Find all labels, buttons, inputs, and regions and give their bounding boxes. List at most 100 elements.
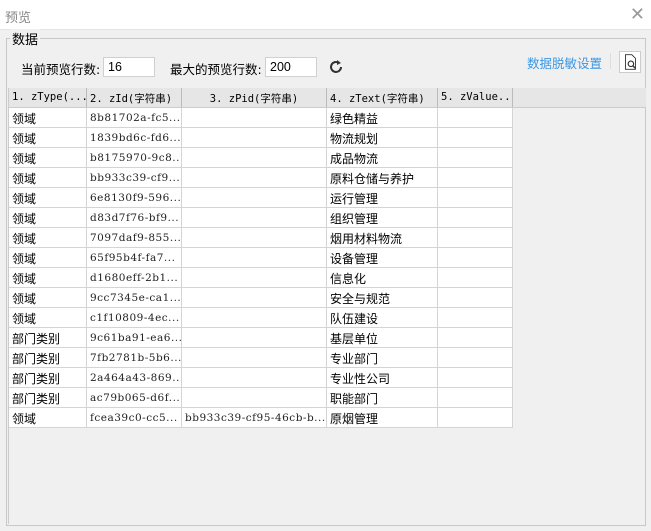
table-cell[interactable]: 9cc7345e-ca1... bbox=[87, 288, 182, 308]
table-cell[interactable]: bb933c39-cf9... bbox=[87, 168, 182, 188]
table-row[interactable]: 领域 9cc7345e-ca1... 安全与规范 bbox=[9, 288, 645, 308]
table-row[interactable]: 领域 65f95b4f-fa7... 设备管理 bbox=[9, 248, 645, 268]
table-row[interactable]: 部门类别 2a464a43-869... 专业性公司 bbox=[9, 368, 645, 388]
table-cell[interactable] bbox=[438, 128, 513, 148]
table-cell[interactable]: 9c61ba91-ea6... bbox=[87, 328, 182, 348]
table-cell[interactable] bbox=[438, 148, 513, 168]
table-cell[interactable]: 领域 bbox=[9, 148, 87, 168]
table-cell[interactable] bbox=[438, 368, 513, 388]
table-cell[interactable]: 物流规划 bbox=[327, 128, 438, 148]
table-cell[interactable] bbox=[182, 348, 327, 368]
table-cell[interactable] bbox=[438, 308, 513, 328]
table-cell[interactable]: 职能部门 bbox=[327, 388, 438, 408]
table-cell[interactable]: 领域 bbox=[9, 188, 87, 208]
table-cell[interactable]: 领域 bbox=[9, 248, 87, 268]
table-cell[interactable] bbox=[182, 368, 327, 388]
table-cell[interactable] bbox=[438, 268, 513, 288]
table-cell[interactable]: 7097daf9-855... bbox=[87, 228, 182, 248]
column-header[interactable]: 2. zId(字符串) bbox=[87, 88, 182, 107]
table-cell[interactable] bbox=[438, 248, 513, 268]
table-cell[interactable]: 队伍建设 bbox=[327, 308, 438, 328]
table-cell[interactable]: 信息化 bbox=[327, 268, 438, 288]
table-cell[interactable] bbox=[182, 268, 327, 288]
table-cell[interactable] bbox=[438, 408, 513, 428]
table-cell[interactable]: 1839bd6c-fd6... bbox=[87, 128, 182, 148]
table-row[interactable]: 领域 bb933c39-cf9... 原料仓储与养护 bbox=[9, 168, 645, 188]
table-cell[interactable]: 6e8130f9-596... bbox=[87, 188, 182, 208]
table-cell[interactable]: 原料仓储与养护 bbox=[327, 168, 438, 188]
column-header[interactable]: 4. zText(字符串) bbox=[327, 88, 438, 107]
table-cell[interactable]: 烟用材料物流 bbox=[327, 228, 438, 248]
table-cell[interactable]: 领域 bbox=[9, 168, 87, 188]
table-cell[interactable]: d1680eff-2b1... bbox=[87, 268, 182, 288]
table-cell[interactable]: 部门类别 bbox=[9, 328, 87, 348]
table-cell[interactable]: 组织管理 bbox=[327, 208, 438, 228]
table-cell[interactable] bbox=[182, 108, 327, 128]
table-cell[interactable]: 7fb2781b-5b6... bbox=[87, 348, 182, 368]
table-cell[interactable]: 领域 bbox=[9, 288, 87, 308]
table-cell[interactable]: 基层单位 bbox=[327, 328, 438, 348]
table-row[interactable]: 领域 c1f10809-4ec... 队伍建设 bbox=[9, 308, 645, 328]
table-cell[interactable]: 领域 bbox=[9, 208, 87, 228]
table-row[interactable]: 部门类别 9c61ba91-ea6... 基层单位 bbox=[9, 328, 645, 348]
table-row[interactable]: 领域 d1680eff-2b1... 信息化 bbox=[9, 268, 645, 288]
table-cell[interactable]: 领域 bbox=[9, 128, 87, 148]
table-cell[interactable] bbox=[182, 168, 327, 188]
table-cell[interactable] bbox=[182, 388, 327, 408]
table-row[interactable]: 领域 1839bd6c-fd6... 物流规划 bbox=[9, 128, 645, 148]
max-rows-input[interactable]: 200 bbox=[265, 57, 317, 77]
table-cell[interactable] bbox=[182, 288, 327, 308]
preview-file-button[interactable] bbox=[619, 51, 641, 73]
table-cell[interactable] bbox=[182, 328, 327, 348]
table-cell[interactable] bbox=[438, 168, 513, 188]
table-cell[interactable] bbox=[182, 208, 327, 228]
table-cell[interactable]: 专业部门 bbox=[327, 348, 438, 368]
table-cell[interactable] bbox=[438, 348, 513, 368]
table-cell[interactable]: 65f95b4f-fa7... bbox=[87, 248, 182, 268]
table-cell[interactable]: 2a464a43-869... bbox=[87, 368, 182, 388]
table-cell[interactable]: 部门类别 bbox=[9, 368, 87, 388]
table-cell[interactable]: 8b81702a-fc5... bbox=[87, 108, 182, 128]
table-row[interactable]: 领域 b8175970-9c8... 成品物流 bbox=[9, 148, 645, 168]
table-cell[interactable] bbox=[438, 228, 513, 248]
close-icon[interactable]: ✕ bbox=[630, 4, 645, 25]
table-cell[interactable]: 领域 bbox=[9, 308, 87, 328]
table-row[interactable]: 领域 d83d7f76-bf9... 组织管理 bbox=[9, 208, 645, 228]
table-cell[interactable] bbox=[182, 248, 327, 268]
column-header[interactable]: 5. zValue... bbox=[438, 88, 513, 107]
table-cell[interactable] bbox=[182, 228, 327, 248]
table-cell[interactable]: 领域 bbox=[9, 268, 87, 288]
table-cell[interactable]: 领域 bbox=[9, 408, 87, 428]
table-cell[interactable] bbox=[438, 108, 513, 128]
table-row[interactable]: 部门类别 7fb2781b-5b6... 专业部门 bbox=[9, 348, 645, 368]
table-cell[interactable]: 领域 bbox=[9, 228, 87, 248]
table-cell[interactable]: 专业性公司 bbox=[327, 368, 438, 388]
table-cell[interactable] bbox=[182, 188, 327, 208]
table-cell[interactable]: 运行管理 bbox=[327, 188, 438, 208]
table-cell[interactable]: c1f10809-4ec... bbox=[87, 308, 182, 328]
table-row[interactable]: 领域 fcea39c0-cc5... bb933c39-cf95-46cb-b...… bbox=[9, 408, 645, 428]
refresh-icon[interactable] bbox=[327, 58, 345, 76]
table-cell[interactable]: d83d7f76-bf9... bbox=[87, 208, 182, 228]
table-cell[interactable]: ac79b065-d6f... bbox=[87, 388, 182, 408]
table-cell[interactable]: 原烟管理 bbox=[327, 408, 438, 428]
table-cell[interactable]: 成品物流 bbox=[327, 148, 438, 168]
table-cell[interactable]: 绿色精益 bbox=[327, 108, 438, 128]
table-cell[interactable]: 领域 bbox=[9, 108, 87, 128]
table-cell[interactable]: bb933c39-cf95-46cb-b... bbox=[182, 408, 327, 428]
table-cell[interactable] bbox=[182, 148, 327, 168]
table-cell[interactable]: 部门类别 bbox=[9, 348, 87, 368]
table-cell[interactable]: 安全与规范 bbox=[327, 288, 438, 308]
column-header[interactable]: 1. zType(... bbox=[9, 88, 87, 107]
table-cell[interactable] bbox=[182, 308, 327, 328]
table-cell[interactable] bbox=[438, 388, 513, 408]
table-cell[interactable] bbox=[438, 208, 513, 228]
current-rows-input[interactable]: 16 bbox=[103, 57, 155, 77]
table-row[interactable]: 领域 6e8130f9-596... 运行管理 bbox=[9, 188, 645, 208]
data-masking-settings-link[interactable]: 数据脱敏设置 bbox=[527, 53, 602, 72]
table-row[interactable]: 领域 8b81702a-fc5... 绿色精益 bbox=[9, 108, 645, 128]
table-row[interactable]: 领域 7097daf9-855... 烟用材料物流 bbox=[9, 228, 645, 248]
table-cell[interactable] bbox=[438, 328, 513, 348]
table-cell[interactable] bbox=[182, 128, 327, 148]
table-row[interactable]: 部门类别 ac79b065-d6f... 职能部门 bbox=[9, 388, 645, 408]
